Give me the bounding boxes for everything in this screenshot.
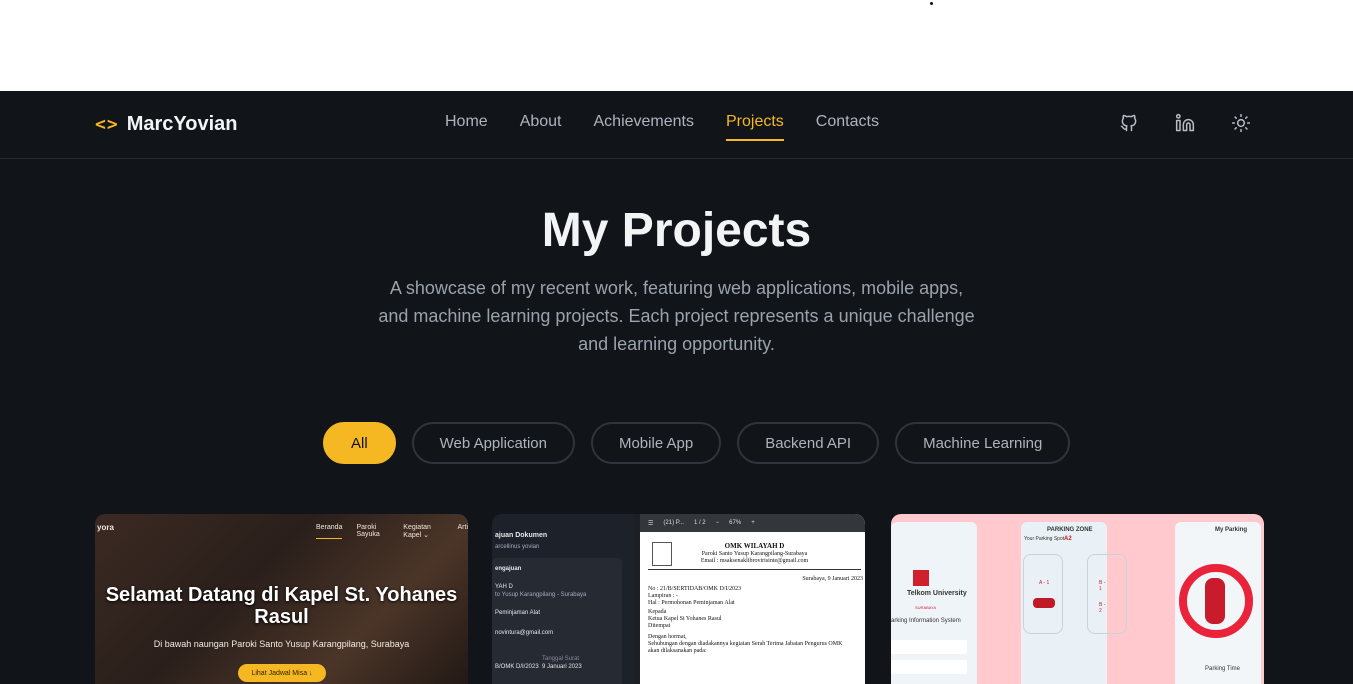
pdf-zoom: 67% xyxy=(729,520,742,526)
parking-zone-b xyxy=(1087,554,1127,634)
preview-line: YAH D xyxy=(495,584,513,590)
doc-heading: OMK WILAYAH D xyxy=(724,542,785,550)
menu-icon: ☰ xyxy=(648,520,654,527)
zoom-in-icon: + xyxy=(751,520,755,526)
browser-blank-area xyxy=(0,0,1353,91)
car-icon xyxy=(1033,598,1055,608)
nav-projects[interactable]: Projects xyxy=(726,113,784,141)
spot-label: Your Parking Spot : xyxy=(1024,536,1067,542)
preview-line: B/OMK D/I/2023 xyxy=(495,664,539,670)
app-title: arking Information System xyxy=(891,618,961,624)
zone-header: PARKING ZONE xyxy=(1047,527,1093,533)
github-icon[interactable] xyxy=(1117,111,1141,135)
project-card-kapel[interactable]: yora Beranda Paroki Sayuka Kegiatan Kape… xyxy=(95,514,468,684)
doc-line: Sehubungan dengan diadakannya kegiatan S… xyxy=(648,641,843,647)
filter-backend-api[interactable]: Backend API xyxy=(737,422,880,464)
preview-line: to Yusup Karangpilang - Surabaya xyxy=(495,592,587,598)
input-field xyxy=(891,660,967,674)
linkedin-icon[interactable] xyxy=(1173,111,1197,135)
spot-value: A2 xyxy=(1064,536,1072,542)
preview-link: Beranda xyxy=(316,524,343,539)
preview-brand: yora xyxy=(97,523,114,532)
preview-sidebar: ajuan Dokumen arcellinus yovian engajuan… xyxy=(492,514,634,684)
preview-panel: engajuan YAH D to Yusup Karangpilang - S… xyxy=(492,558,622,684)
doc-line: akan dilaksanakan pada: xyxy=(648,648,707,654)
nav-contacts[interactable]: Contacts xyxy=(816,113,879,141)
project-filters: All Web Application Mobile App Backend A… xyxy=(323,422,1071,464)
preview-phone-zone: PARKING ZONE Your Parking Spot : A2 A - … xyxy=(1021,522,1127,684)
logo-text: Telkom University xyxy=(907,590,967,597)
cursor-dot xyxy=(930,2,933,5)
filter-mobile-app[interactable]: Mobile App xyxy=(590,422,722,464)
pdf-page-content: OMK WILAYAH D Paroki Santo Yusup Karangp… xyxy=(644,538,865,684)
project-card-parking[interactable]: Telkom University SURABAYA arking Inform… xyxy=(891,514,1264,684)
page-subtitle: A showcase of my recent work, featuring … xyxy=(378,278,975,354)
input-field xyxy=(891,640,967,654)
site-logo[interactable]: <> MarcYovian xyxy=(95,111,237,137)
preview-line: Peminjaman Alat xyxy=(495,610,541,616)
pdf-filename: (21) P... xyxy=(663,520,684,526)
doc-subheading: Paroki Santo Yusup Karangpilang-Surabaya xyxy=(701,551,808,557)
filter-web-application[interactable]: Web Application xyxy=(411,422,575,464)
telkom-logo-icon xyxy=(913,570,929,586)
slot-label: B - 2 xyxy=(1099,602,1106,614)
preview-line: novintura@gmail.com xyxy=(495,630,554,636)
site-name: MarcYovian xyxy=(126,112,238,135)
doc-email: Email : msaksenaklibrovirisinte@gmail.co… xyxy=(700,558,809,564)
pdf-toolbar: ☰ (21) P... 1 / 2 − 67% + xyxy=(640,514,865,532)
slot-label: A - 1 xyxy=(1039,580,1050,586)
top-navbar: <> MarcYovian Home About Achievements Pr… xyxy=(0,91,1353,159)
slot-label: B - 1 xyxy=(1099,580,1106,592)
filter-machine-learning[interactable]: Machine Learning xyxy=(895,422,1071,464)
page-title: My Projects xyxy=(541,204,812,257)
preview-phone-login: Telkom University SURABAYA arking Inform… xyxy=(891,522,977,684)
preview-line: 9 Januari 2023 xyxy=(542,664,582,670)
preview-link: Kegiatan Kapel ⌄ xyxy=(403,524,431,539)
doc-line: Dengan hormat, xyxy=(648,634,687,640)
parking-time-label: Parking Time xyxy=(1205,666,1241,672)
project-card-dokumen[interactable]: ajuan Dokumen arcellinus yovian engajuan… xyxy=(492,514,865,684)
my-parking-header: My Parking xyxy=(1215,527,1248,533)
filter-all[interactable]: All xyxy=(323,422,396,464)
doc-divider xyxy=(648,569,861,570)
preview-label: Tanggal Surat xyxy=(542,656,580,662)
doc-line: Ketua Kapel St Yohanes Rasul xyxy=(648,616,722,622)
doc-date: Surabaya, 9 Januari 2023 xyxy=(802,576,863,582)
nav-icons xyxy=(1117,111,1253,135)
nav-about[interactable]: About xyxy=(520,113,562,141)
parking-zone-a xyxy=(1023,554,1063,634)
preview-title: Selamat Datang di Kapel St. Yohanes Rasu… xyxy=(105,584,458,628)
doc-line: Kepada xyxy=(648,609,667,615)
preview-link: Arti xyxy=(457,524,469,531)
nav-menu: Home About Achievements Projects Contact… xyxy=(445,113,879,141)
preview-section: engajuan xyxy=(495,566,522,572)
doc-line: Ditempat xyxy=(648,623,671,629)
car-icon xyxy=(1205,578,1225,624)
preview-pdf-viewer: ☰ (21) P... 1 / 2 − 67% + OMK WILAYAH D … xyxy=(640,514,865,684)
zoom-out-icon: − xyxy=(715,520,720,526)
doc-line: No : 21/B/SERTIDAB/OMK D/I/2023 xyxy=(648,586,742,592)
nav-home[interactable]: Home xyxy=(445,113,488,141)
doc-line: Hal : Permohonan Peminjaman Alat xyxy=(648,600,735,606)
preview-link: Paroki Sayuka xyxy=(356,524,380,538)
doc-line: Lampiran : - xyxy=(648,593,678,599)
pdf-page: 1 / 2 xyxy=(693,520,706,526)
preview-navbar: yora Beranda Paroki Sayuka Kegiatan Kape… xyxy=(95,522,469,539)
preview-phone-my-parking: My Parking Parking Time xyxy=(1175,522,1261,684)
preview-user: arcellinus yovian xyxy=(495,544,540,550)
nav-achievements[interactable]: Achievements xyxy=(594,113,695,141)
preview-heading: ajuan Dokumen xyxy=(495,532,548,539)
code-brackets-icon: <> xyxy=(95,113,119,135)
preview-subtitle: Di bawah naungan Paroki Santo Yusup Kara… xyxy=(153,639,410,649)
portfolio-app: <> MarcYovian Home About Achievements Pr… xyxy=(0,91,1353,684)
preview-button: Lihat Jadwal Misa ↓ xyxy=(238,664,326,682)
sun-icon[interactable] xyxy=(1229,111,1253,135)
logo-sub: SURABAYA xyxy=(915,605,937,610)
